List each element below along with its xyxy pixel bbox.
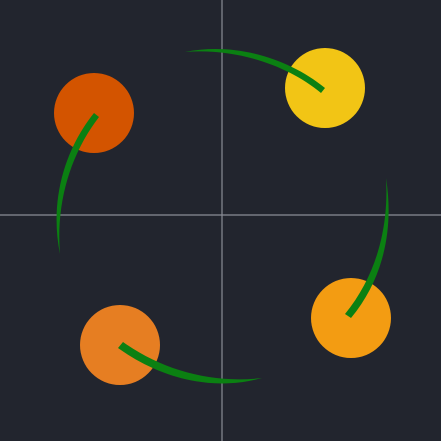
spinner-graphic bbox=[0, 0, 441, 441]
orange-dot bbox=[80, 305, 160, 385]
spinner-canvas bbox=[0, 0, 441, 441]
